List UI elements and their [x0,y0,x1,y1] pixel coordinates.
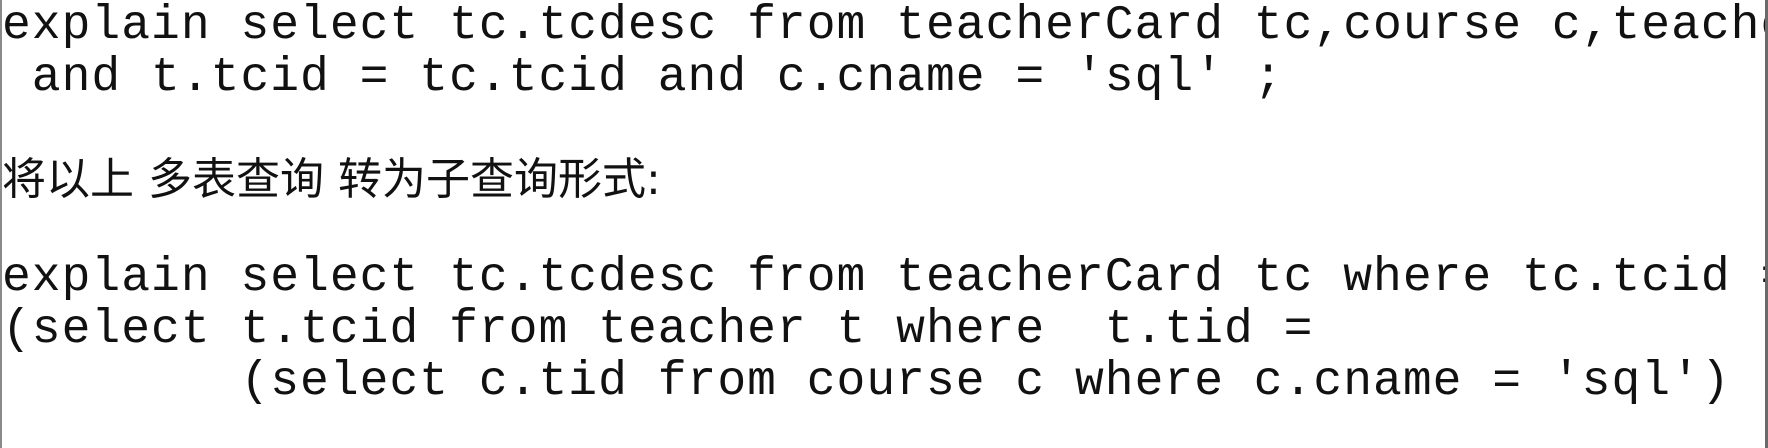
instruction-text: 将以上 多表查询 转为子查询形式: [2,154,661,205]
sql-query-line-1: explain select tc.tcdesc from teacherCar… [2,0,1768,53]
sql-query-line-2: and t.tcid = tc.tcid and c.cname = 'sql'… [2,51,1284,105]
document-page: explain select tc.tcdesc from teacherCar… [0,0,1768,448]
subquery-line-3: (select c.tid from course c where c.cnam… [2,355,1731,409]
subquery-line-1: explain select tc.tcdesc from teacherCar… [2,251,1768,305]
subquery-line-2: (select t.tcid from teacher t where t.ti… [2,303,1314,357]
